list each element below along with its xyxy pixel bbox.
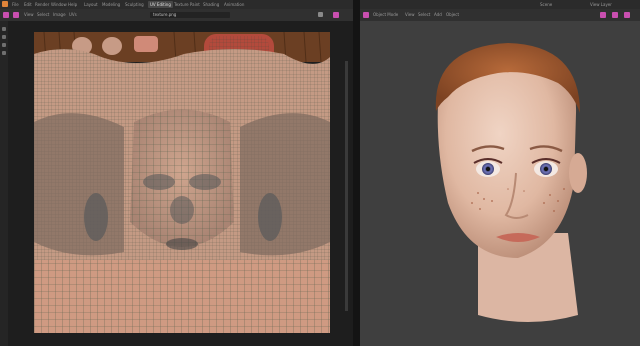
uv-editor-header: View Select Image UVs texture.png (0, 9, 353, 21)
tab-layout[interactable]: Layout (82, 1, 100, 8)
uv-editor-canvas[interactable] (0, 21, 350, 346)
uv-menu-view[interactable]: View (24, 9, 34, 21)
top-bar: File Edit Render Window Help Layout Mode… (0, 0, 640, 9)
uv-dense-region (34, 113, 124, 256)
shading-render-icon[interactable] (612, 12, 618, 18)
cursor-tool-icon[interactable] (2, 27, 6, 31)
tab-texture-paint[interactable]: Texture Paint (172, 1, 202, 8)
menu-edit[interactable]: Edit (24, 0, 32, 9)
menu-help[interactable]: Help (68, 0, 77, 9)
uv-scrollbar[interactable] (345, 61, 348, 311)
uv-menu-select[interactable]: Select (37, 9, 49, 21)
uv-select-mode-icon[interactable] (13, 12, 19, 18)
uv-menu-uvs[interactable]: UVs (69, 9, 77, 21)
head-render (435, 43, 587, 322)
blender-logo-icon[interactable] (2, 1, 8, 7)
move-tool-icon[interactable] (2, 35, 6, 39)
tab-shading[interactable]: Shading (201, 1, 221, 8)
uv-island-teeth (134, 36, 158, 52)
object-mode-dropdown[interactable]: Object Mode (373, 9, 398, 21)
uv-ear-left (84, 193, 108, 241)
menu-render[interactable]: Render (35, 0, 49, 9)
ear (569, 153, 587, 193)
tab-animation[interactable]: Animation (222, 1, 246, 8)
viewport-menu-add[interactable]: Add (434, 9, 442, 21)
viewport-header: Object Mode View Select Add Object (360, 9, 640, 21)
viewport-icon[interactable] (363, 12, 369, 18)
uv-eye-right (189, 174, 221, 190)
viewport-menu-object[interactable]: Object (446, 9, 459, 21)
3d-viewport[interactable] (360, 21, 640, 346)
viewport-menu-select[interactable]: Select (418, 9, 430, 21)
uv-texture-map (34, 32, 330, 333)
overlay-icon[interactable] (333, 12, 339, 18)
uv-eye-left (143, 174, 175, 190)
uv-mouth (166, 238, 198, 250)
uv-island-eye-right (102, 37, 122, 55)
tab-modeling[interactable]: Modeling (100, 1, 122, 8)
uv-editor-icon[interactable] (3, 12, 9, 18)
tab-sculpting[interactable]: Sculpting (123, 1, 146, 8)
viewport-menu-view[interactable]: View (405, 9, 415, 21)
scale-tool-icon[interactable] (2, 51, 6, 55)
uv-nose (170, 196, 194, 224)
menu-window[interactable]: Window (51, 0, 67, 9)
pin-icon[interactable] (318, 12, 323, 17)
shading-material-icon[interactable] (624, 12, 630, 18)
rotate-tool-icon[interactable] (2, 43, 6, 47)
image-name: texture.png (153, 12, 177, 17)
shading-solid-icon[interactable] (600, 12, 606, 18)
menu-file[interactable]: File (12, 0, 19, 9)
uv-toolbar (0, 21, 8, 346)
uv-ear-right (258, 193, 282, 241)
area-divider[interactable] (353, 0, 360, 346)
view-layer-selector[interactable]: View Layer (590, 0, 612, 9)
image-name-field[interactable]: texture.png (150, 12, 230, 18)
uv-menu-image[interactable]: Image (53, 9, 66, 21)
tab-uv-editing[interactable]: UV Editing (148, 1, 173, 8)
scene-selector[interactable]: Scene (540, 0, 552, 9)
